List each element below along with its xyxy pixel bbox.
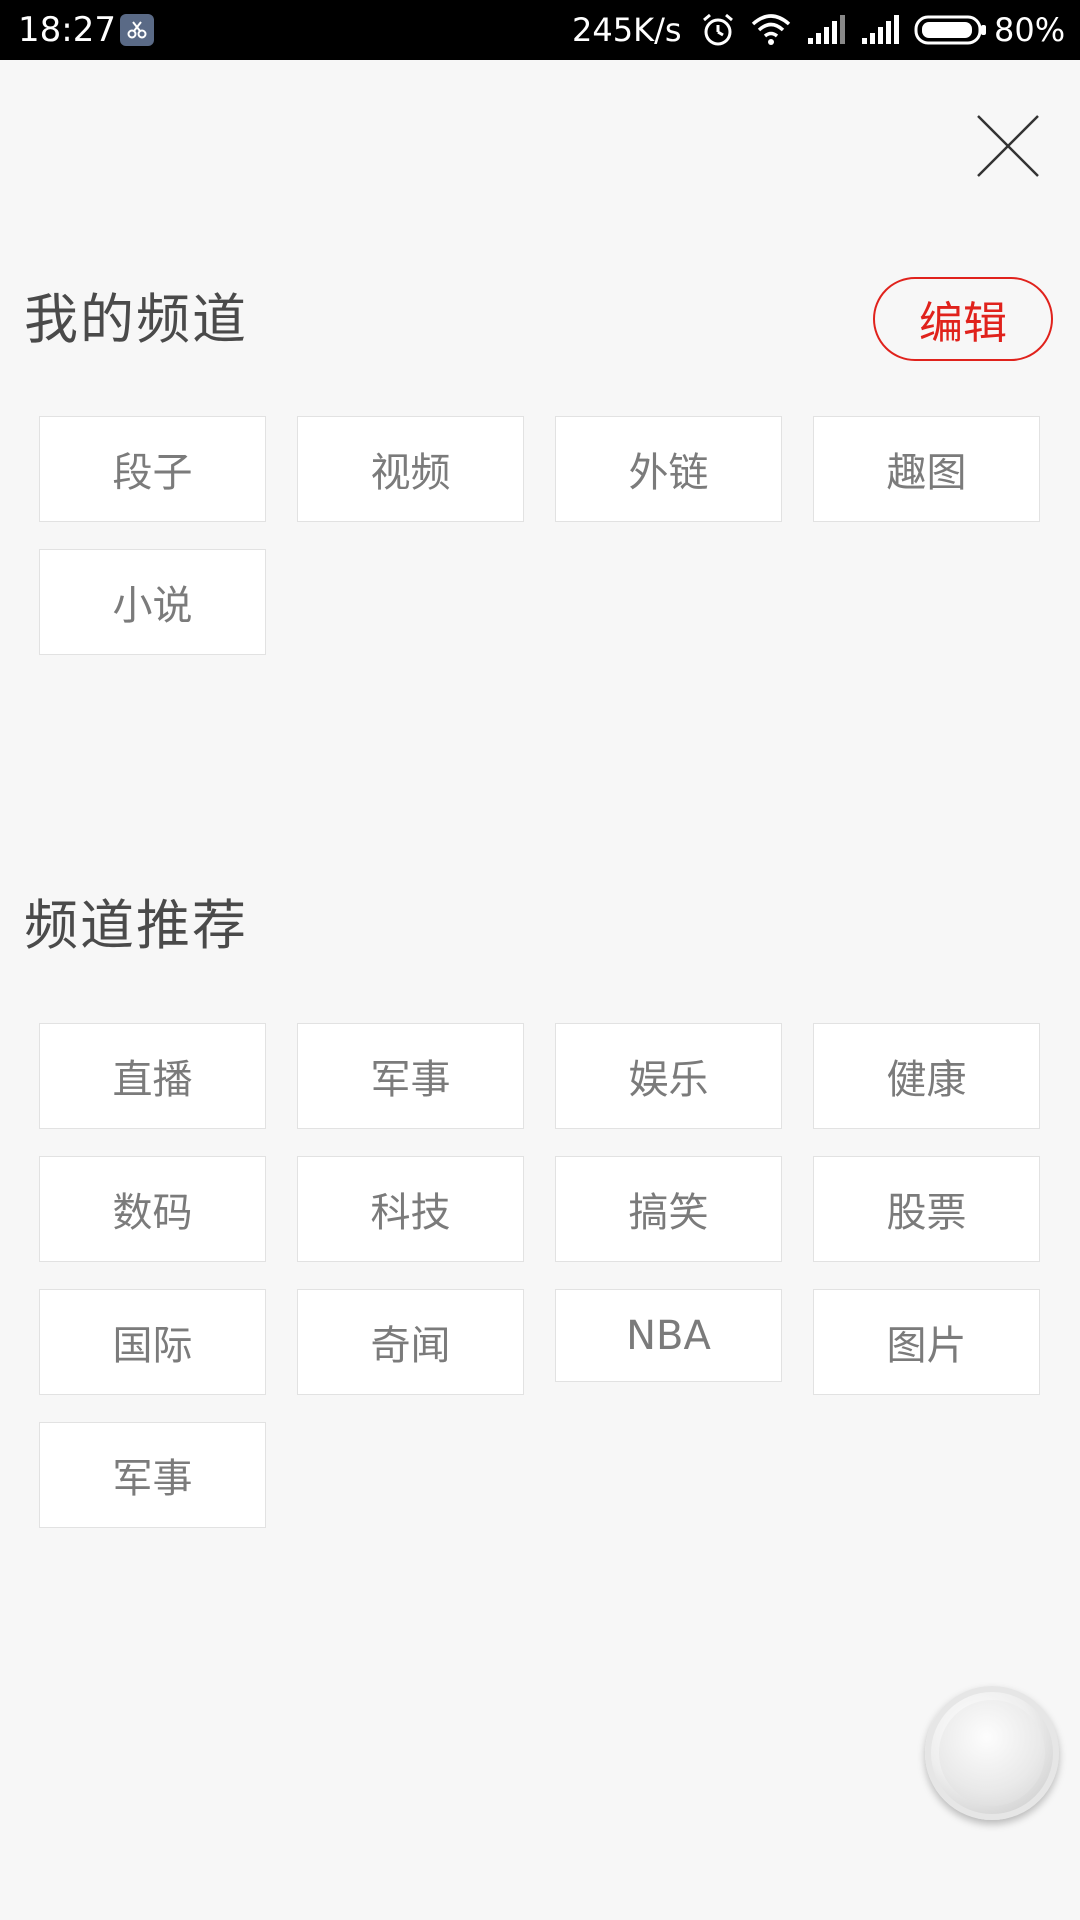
channel-tile-recommended[interactable]: 健康: [813, 1023, 1040, 1129]
channel-tile-recommended[interactable]: 科技: [297, 1156, 524, 1262]
battery-percent: 80%: [994, 11, 1066, 49]
status-time: 18:27: [18, 10, 116, 50]
channel-tile-mine[interactable]: 小说: [39, 549, 266, 655]
network-speed: 245K/s: [572, 11, 682, 49]
channel-tile-mine[interactable]: 视频: [297, 416, 524, 522]
channel-tile-recommended[interactable]: 数码: [39, 1156, 266, 1262]
channel-tile-recommended[interactable]: NBA: [555, 1289, 782, 1382]
channel-tile-mine[interactable]: 趣图: [813, 416, 1040, 522]
signal-icon: [806, 12, 846, 50]
edit-button[interactable]: 编辑: [873, 277, 1053, 361]
channel-tile-recommended[interactable]: 搞笑: [555, 1156, 782, 1262]
close-icon: [977, 115, 1039, 177]
channel-tile-recommended[interactable]: 军事: [39, 1422, 266, 1528]
floating-assistant-ball[interactable]: [925, 1686, 1059, 1820]
channel-tile-mine[interactable]: 段子: [39, 416, 266, 522]
channel-tile-recommended[interactable]: 直播: [39, 1023, 266, 1129]
channel-tile-recommended[interactable]: 娱乐: [555, 1023, 782, 1129]
recommended-channels-title: 频道推荐: [24, 894, 248, 957]
wifi-icon: [750, 12, 792, 52]
channel-tile-recommended[interactable]: 军事: [297, 1023, 524, 1129]
channel-tile-recommended[interactable]: 图片: [813, 1289, 1040, 1395]
close-button[interactable]: [968, 106, 1048, 186]
scissors-app-icon: [120, 14, 154, 46]
status-bar: 18:27 245K/s 80%: [0, 0, 1080, 60]
signal-icon: [860, 12, 900, 50]
channel-tile-recommended[interactable]: 奇闻: [297, 1289, 524, 1395]
battery-icon: [914, 15, 988, 49]
alarm-icon: [700, 12, 736, 52]
channel-tile-recommended[interactable]: 股票: [813, 1156, 1040, 1262]
my-channels-title: 我的频道: [24, 288, 248, 351]
channel-tile-mine[interactable]: 外链: [555, 416, 782, 522]
channel-tile-recommended[interactable]: 国际: [39, 1289, 266, 1395]
